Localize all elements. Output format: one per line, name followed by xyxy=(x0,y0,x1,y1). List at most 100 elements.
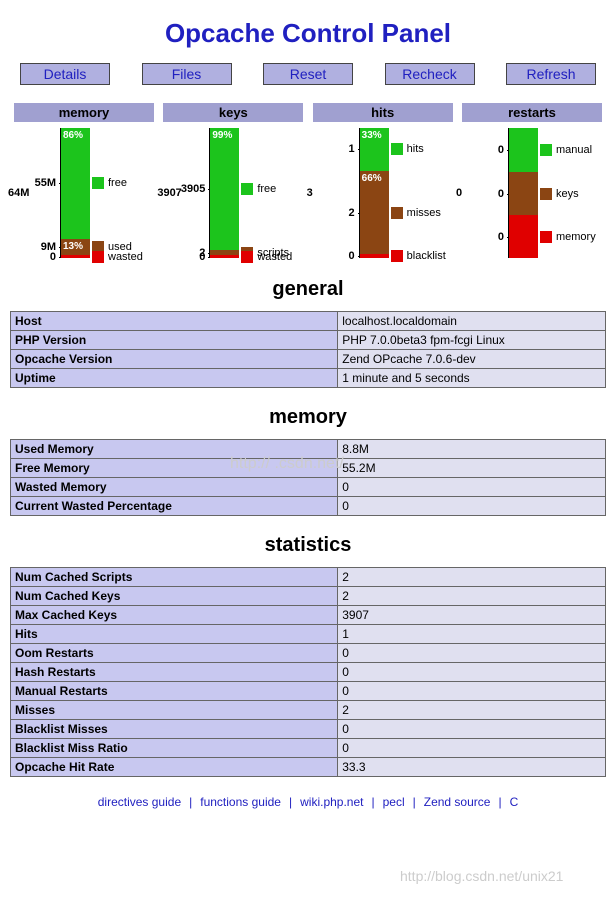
legend-label: memory xyxy=(556,231,596,243)
separator: | xyxy=(413,795,416,809)
row-value: 0 xyxy=(338,720,606,739)
chart-legend: hitsmissesblacklist xyxy=(389,128,453,258)
tick-label: 0 xyxy=(50,251,56,263)
segment-wasted xyxy=(61,255,90,258)
legend-label: wasted xyxy=(257,251,292,263)
segment-manual xyxy=(509,128,538,172)
separator: | xyxy=(498,795,501,809)
segment-keys xyxy=(509,172,538,215)
chart-header: restarts xyxy=(462,103,602,122)
row-key: Hits xyxy=(11,625,338,644)
charts-row: memory64M55M9M086%13%freeusedwastedkeys3… xyxy=(14,103,602,258)
separator: | xyxy=(371,795,374,809)
table-row: Blacklist Misses0 xyxy=(11,720,606,739)
section-heading-general: general xyxy=(10,278,606,301)
table-row: Num Cached Scripts2 xyxy=(11,568,606,587)
separator: | xyxy=(289,795,292,809)
reset-button[interactable]: Reset xyxy=(263,63,353,85)
tick-label: 0 xyxy=(498,188,504,200)
table-row: Oom Restarts0 xyxy=(11,644,606,663)
chart-axis-left: 3120 xyxy=(313,128,359,258)
footer-link[interactable]: Zend source xyxy=(424,795,491,809)
row-key: Free Memory xyxy=(11,459,338,478)
axis-total: 3907 xyxy=(157,187,181,199)
tick-label: 55M xyxy=(35,177,56,189)
table-row: PHP VersionPHP 7.0.0beta3 fpm-fcgi Linux xyxy=(11,331,606,350)
row-value: 0 xyxy=(338,478,606,497)
row-key: Blacklist Miss Ratio xyxy=(11,739,338,758)
table-row: Num Cached Keys2 xyxy=(11,587,606,606)
segment-hits: 33% xyxy=(360,128,389,171)
segment-pct: 86% xyxy=(63,130,83,141)
segment-used: 13% xyxy=(61,239,90,256)
chart-bar: 99% xyxy=(209,128,239,258)
legend-swatch xyxy=(540,231,552,243)
row-value: 1 minute and 5 seconds xyxy=(338,369,606,388)
row-value: 3907 xyxy=(338,606,606,625)
axis-total: 0 xyxy=(456,187,462,199)
row-key: Host xyxy=(11,312,338,331)
segment-pct: 13% xyxy=(63,241,83,252)
chart-legend: freeusedwasted xyxy=(90,128,154,258)
chart-header: keys xyxy=(163,103,303,122)
row-value: 0 xyxy=(338,663,606,682)
tick-label: 0 xyxy=(199,251,205,263)
footer-link[interactable]: pecl xyxy=(383,795,405,809)
segment-free: 99% xyxy=(210,128,239,250)
table-row: Misses2 xyxy=(11,701,606,720)
row-value: 0 xyxy=(338,682,606,701)
table-row: Opcache VersionZend OPcache 7.0.6-dev xyxy=(11,350,606,369)
footer-link[interactable]: directives guide xyxy=(98,795,181,809)
row-value: 55.2M xyxy=(338,459,606,478)
table-row: Blacklist Miss Ratio0 xyxy=(11,739,606,758)
segment-memory xyxy=(509,215,538,258)
row-key: Max Cached Keys xyxy=(11,606,338,625)
segment-pct: 99% xyxy=(212,130,232,141)
legend-label: keys xyxy=(556,188,579,200)
row-key: Blacklist Misses xyxy=(11,720,338,739)
recheck-button[interactable]: Recheck xyxy=(385,63,475,85)
legend-swatch xyxy=(391,250,403,262)
legend-label: free xyxy=(108,177,127,189)
row-key: Opcache Hit Rate xyxy=(11,758,338,777)
row-key: Wasted Memory xyxy=(11,478,338,497)
chart-keys: keys390739052099%freescriptswasted xyxy=(163,103,303,258)
row-value: PHP 7.0.0beta3 fpm-fcgi Linux xyxy=(338,331,606,350)
tick-label: 0 xyxy=(349,250,355,262)
tick-label: 0 xyxy=(498,231,504,243)
chart-legend: manualkeysmemory xyxy=(538,128,602,258)
table-row: Max Cached Keys3907 xyxy=(11,606,606,625)
table-general: Hostlocalhost.localdomainPHP VersionPHP … xyxy=(10,311,606,388)
segment-free: 86% xyxy=(61,128,90,239)
refresh-button[interactable]: Refresh xyxy=(506,63,596,85)
table-row: Uptime1 minute and 5 seconds xyxy=(11,369,606,388)
axis-total: 3 xyxy=(307,187,313,199)
segment-pct: 33% xyxy=(362,130,382,141)
row-value: 2 xyxy=(338,587,606,606)
row-key: Misses xyxy=(11,701,338,720)
table-row: Wasted Memory0 xyxy=(11,478,606,497)
row-key: Used Memory xyxy=(11,440,338,459)
page-title: Opcache Control Panel xyxy=(10,18,606,49)
row-key: Num Cached Scripts xyxy=(11,568,338,587)
footer-link[interactable]: wiki.php.net xyxy=(300,795,363,809)
table-row: Manual Restarts0 xyxy=(11,682,606,701)
legend-swatch xyxy=(391,207,403,219)
footer-link[interactable]: functions guide xyxy=(200,795,281,809)
details-button[interactable]: Details xyxy=(20,63,110,85)
segment-pct: 66% xyxy=(362,173,382,184)
chart-restarts: restarts0000manualkeysmemory xyxy=(462,103,602,258)
tick-label: 3905 xyxy=(181,183,205,195)
table-row: Current Wasted Percentage0 xyxy=(11,497,606,516)
section-heading-memory: memory xyxy=(10,406,606,429)
chart-bar: 33% 66% xyxy=(359,128,389,258)
table-statistics: Num Cached Scripts2Num Cached Keys2Max C… xyxy=(10,567,606,777)
footer-link[interactable]: C xyxy=(510,795,519,809)
table-row: Used Memory8.8M xyxy=(11,440,606,459)
row-value: 2 xyxy=(338,701,606,720)
row-value: Zend OPcache 7.0.6-dev xyxy=(338,350,606,369)
legend-swatch xyxy=(391,143,403,155)
files-button[interactable]: Files xyxy=(142,63,232,85)
legend-swatch xyxy=(540,144,552,156)
table-row: Opcache Hit Rate33.3 xyxy=(11,758,606,777)
